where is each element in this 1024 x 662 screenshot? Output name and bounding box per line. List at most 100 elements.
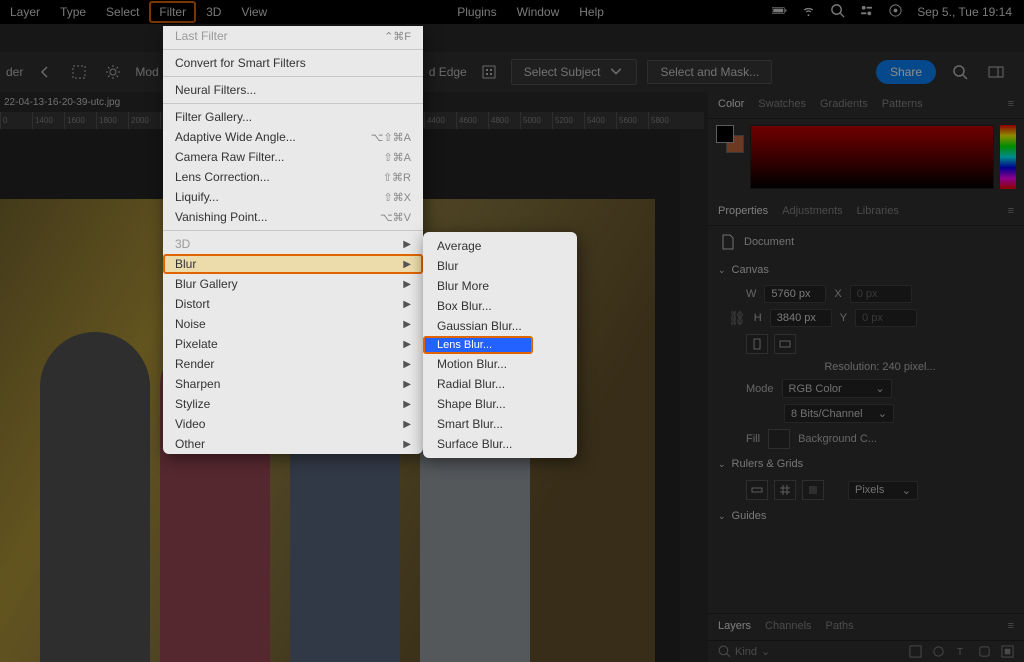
rulers-section[interactable]: ⌄Rulers & Grids: [708, 452, 1024, 476]
filter-adjustment-icon[interactable]: [932, 645, 945, 658]
menu-blur-sub[interactable]: Blur▶: [163, 254, 423, 274]
ruler-unit-select[interactable]: Pixels⌄: [848, 481, 918, 500]
share-button[interactable]: Share: [876, 60, 936, 84]
menu-layer[interactable]: Layer: [0, 1, 50, 23]
tab-channels[interactable]: Channels: [765, 620, 811, 632]
menu-3d-sub: 3D▶: [163, 234, 423, 254]
submenu-average[interactable]: Average: [423, 236, 577, 256]
control-center-icon[interactable]: [859, 3, 874, 21]
bit-depth-select[interactable]: 8 Bits/Channel⌄: [784, 404, 894, 423]
menu-other-sub[interactable]: Other▶: [163, 434, 423, 454]
menu-select[interactable]: Select: [96, 1, 149, 23]
filter-dropdown: Last Filter⌃⌘F Convert for Smart Filters…: [163, 26, 423, 454]
orientation-portrait[interactable]: [746, 334, 768, 354]
layer-filter-kind[interactable]: Kind⌄: [718, 645, 770, 658]
filter-smart-icon[interactable]: [1001, 645, 1014, 658]
gear-icon[interactable]: [101, 60, 125, 84]
canvas-x-input: [850, 285, 912, 303]
menu-vanishing-point[interactable]: Vanishing Point...⌥⌘V: [163, 207, 423, 227]
blur-submenu: Average Blur Blur More Box Blur... Gauss…: [423, 232, 577, 458]
menu-lens-correction[interactable]: Lens Correction...⇧⌘R: [163, 167, 423, 187]
menubar-datetime: Sep 5., Tue 19:14: [917, 5, 1012, 19]
sample-icon[interactable]: [477, 60, 501, 84]
menu-pixelate-sub[interactable]: Pixelate▶: [163, 334, 423, 354]
options-cut: der: [6, 65, 23, 79]
tab-layers[interactable]: Layers: [718, 620, 751, 632]
canvas-y-input: [855, 309, 917, 327]
color-picker[interactable]: [750, 125, 994, 189]
menu-view[interactable]: View: [231, 1, 277, 23]
search-icon[interactable]: [948, 60, 972, 84]
menu-distort-sub[interactable]: Distort▶: [163, 294, 423, 314]
filter-pixel-icon[interactable]: [909, 645, 922, 658]
back-icon[interactable]: [33, 60, 57, 84]
submenu-box-blur[interactable]: Box Blur...: [423, 296, 577, 316]
canvas-width-input[interactable]: [764, 285, 826, 303]
tab-patterns[interactable]: Patterns: [882, 98, 923, 110]
hue-slider[interactable]: [1000, 125, 1016, 189]
siri-icon[interactable]: [888, 3, 903, 21]
canvas-section[interactable]: ⌄Canvas: [708, 258, 1024, 282]
submenu-blur[interactable]: Blur: [423, 256, 577, 276]
menu-convert-smart[interactable]: Convert for Smart Filters: [163, 53, 423, 73]
menu-blur-gallery-sub[interactable]: Blur Gallery▶: [163, 274, 423, 294]
grid-icon[interactable]: [774, 480, 796, 500]
menu-stylize-sub[interactable]: Stylize▶: [163, 394, 423, 414]
menu-help[interactable]: Help: [569, 1, 614, 23]
document-icon: [720, 234, 736, 250]
menu-filter[interactable]: Filter: [149, 1, 196, 23]
panel-menu-icon[interactable]: ≡: [1008, 205, 1014, 217]
fill-swatch[interactable]: [768, 429, 790, 449]
filter-shape-icon[interactable]: [978, 645, 991, 658]
tab-color[interactable]: Color: [718, 98, 744, 110]
tab-adjustments[interactable]: Adjustments: [782, 205, 843, 217]
menu-window[interactable]: Window: [507, 1, 570, 23]
tab-gradients[interactable]: Gradients: [820, 98, 868, 110]
submenu-surface-blur[interactable]: Surface Blur...: [423, 434, 577, 454]
menu-filter-gallery[interactable]: Filter Gallery...: [163, 107, 423, 127]
menu-liquify[interactable]: Liquify...⇧⌘X: [163, 187, 423, 207]
mode-label: Mode: [746, 383, 774, 395]
ruler-icon[interactable]: [746, 480, 768, 500]
submenu-lens-blur[interactable]: Lens Blur...: [423, 336, 533, 354]
select-subject-button[interactable]: Select Subject: [511, 59, 638, 85]
canvas-height-input[interactable]: [770, 309, 832, 327]
menu-adaptive-wide[interactable]: Adaptive Wide Angle...⌥⇧⌘A: [163, 127, 423, 147]
submenu-radial-blur[interactable]: Radial Blur...: [423, 374, 577, 394]
tab-properties[interactable]: Properties: [718, 205, 768, 217]
orientation-landscape[interactable]: [774, 334, 796, 354]
guides-section[interactable]: ⌄Guides: [708, 504, 1024, 528]
filter-type-icon[interactable]: T: [955, 645, 968, 658]
guides-icon[interactable]: [802, 480, 824, 500]
wifi-icon: [801, 3, 816, 21]
tab-swatches[interactable]: Swatches: [758, 98, 806, 110]
menu-video-sub[interactable]: Video▶: [163, 414, 423, 434]
select-and-mask-button[interactable]: Select and Mask...: [647, 60, 772, 84]
panel-menu-icon[interactable]: ≡: [1008, 98, 1014, 110]
spotlight-icon[interactable]: [830, 3, 845, 21]
submenu-shape-blur[interactable]: Shape Blur...: [423, 394, 577, 414]
color-mode-select[interactable]: RGB Color⌄: [782, 379, 892, 398]
menu-3d[interactable]: 3D: [196, 1, 231, 23]
submenu-smart-blur[interactable]: Smart Blur...: [423, 414, 577, 434]
select-tool-icon[interactable]: [67, 60, 91, 84]
menu-camera-raw[interactable]: Camera Raw Filter...⇧⌘A: [163, 147, 423, 167]
tab-paths[interactable]: Paths: [826, 620, 854, 632]
menu-noise-sub[interactable]: Noise▶: [163, 314, 423, 334]
submenu-blur-more[interactable]: Blur More: [423, 276, 577, 296]
menu-plugins[interactable]: Plugins: [447, 1, 506, 23]
submenu-motion-blur[interactable]: Motion Blur...: [423, 354, 577, 374]
menu-render-sub[interactable]: Render▶: [163, 354, 423, 374]
menu-neural-filters[interactable]: Neural Filters...: [163, 80, 423, 100]
document-tab[interactable]: 22-04-13-16-20-39-utc.jpg: [4, 97, 120, 108]
workspace-icon[interactable]: [984, 60, 1008, 84]
fg-bg-swatch[interactable]: [716, 125, 744, 153]
svg-text:T: T: [957, 647, 963, 658]
submenu-gaussian-blur[interactable]: Gaussian Blur...: [423, 316, 577, 336]
link-icon[interactable]: ⛓: [728, 310, 746, 327]
panel-menu-icon[interactable]: ≡: [1008, 620, 1014, 632]
menu-type[interactable]: Type: [50, 1, 96, 23]
menu-sharpen-sub[interactable]: Sharpen▶: [163, 374, 423, 394]
tab-libraries[interactable]: Libraries: [857, 205, 899, 217]
canvas-h-label: H: [754, 312, 762, 324]
